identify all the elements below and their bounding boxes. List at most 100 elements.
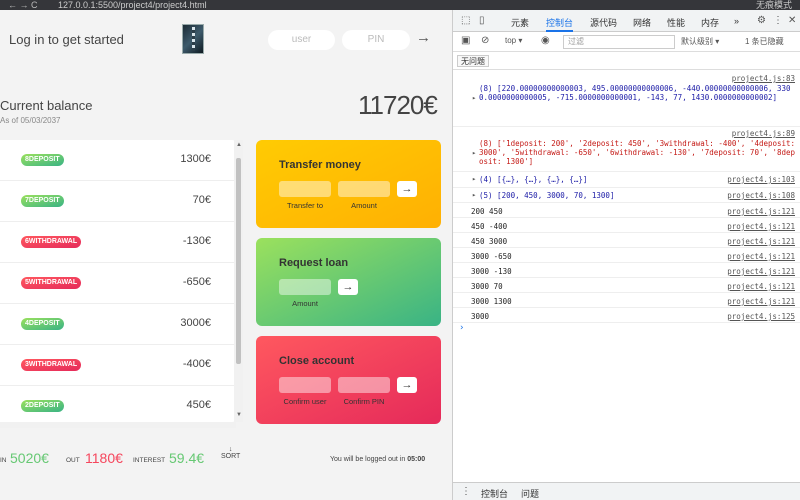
movement-row: 8DEPOSIT 1300€ xyxy=(0,140,234,181)
scroll-up-icon[interactable]: ▲ xyxy=(236,142,242,148)
close-submit-button[interactable]: → xyxy=(397,377,417,393)
transfer-submit-button[interactable]: → xyxy=(397,181,417,197)
console-prompt-icon[interactable]: › xyxy=(459,323,464,333)
log-source-link[interactable]: project4.js:121 xyxy=(727,267,795,276)
sort-label: SORT xyxy=(221,453,241,460)
console-log-entry: 3000 project4.js:125 xyxy=(453,308,800,323)
log-text: (8) ['1deposit: 200', '2deposit: 450', '… xyxy=(479,139,800,166)
movement-type-badge: 2DEPOSIT xyxy=(21,400,64,412)
issues-button[interactable]: 无问题 xyxy=(457,55,489,67)
bank-app: Log in to get started user PIN → Current… xyxy=(0,10,452,500)
sort-arrow-icon: ↓ xyxy=(228,446,233,453)
console-output[interactable]: project4.js:83 ▸ (8) [220.00000000000003… xyxy=(453,72,800,480)
browser-nav-icons[interactable]: ← → C xyxy=(8,0,38,10)
log-source-link[interactable]: project4.js:121 xyxy=(727,237,795,246)
movements-list[interactable]: 8DEPOSIT 1300€ 7DEPOSIT 70€ 6WITHDRAWAL … xyxy=(0,140,236,422)
sidebar-toggle-icon[interactable]: ▣ xyxy=(461,35,470,46)
balance-value: 11720€ xyxy=(358,90,438,120)
drawer-tab-issues[interactable]: 问题 xyxy=(521,487,539,500)
log-source-link[interactable]: project4.js:108 xyxy=(727,191,795,200)
incognito-label: 无痕模式 xyxy=(755,0,792,10)
loan-amount-input[interactable] xyxy=(279,279,331,295)
login-button[interactable]: → xyxy=(416,29,431,46)
more-vertical-icon[interactable]: ⋮ xyxy=(773,15,783,26)
movement-type-badge: 3WITHDRAWAL xyxy=(21,359,82,371)
welcome-message: Log in to get started xyxy=(9,32,124,47)
movement-value: 3000€ xyxy=(180,317,211,329)
logout-timer-text: You will be logged out in xyxy=(330,456,406,463)
clear-console-icon[interactable]: ⊘ xyxy=(481,35,489,46)
movement-value: -400€ xyxy=(182,358,211,370)
log-text: 3000 -650 xyxy=(471,252,512,261)
tab-more[interactable]: » xyxy=(734,16,739,26)
loan-submit-button[interactable]: → xyxy=(338,279,358,295)
console-log-entry: 3000 -650 project4.js:121 xyxy=(453,248,800,263)
log-source-link[interactable]: project4.js:89 xyxy=(732,129,795,138)
address-bar[interactable]: 127.0.0.1:5500/project4/project4.html xyxy=(58,0,207,10)
log-text: 3000 1300 xyxy=(471,297,512,306)
scroll-thumb[interactable] xyxy=(236,158,241,364)
summary-in-label: IN xyxy=(0,457,7,464)
scroll-down-icon[interactable]: ▼ xyxy=(236,412,242,418)
close-pin-label: Confirm PIN xyxy=(343,397,385,406)
movement-row: 5WITHDRAWAL -650€ xyxy=(0,263,234,304)
log-source-link[interactable]: project4.js:121 xyxy=(727,252,795,261)
expand-caret-icon[interactable]: ▸ xyxy=(472,191,476,199)
tab-memory[interactable]: 内存 xyxy=(701,16,719,29)
close-icon[interactable]: ✕ xyxy=(788,15,796,26)
inspect-icon[interactable]: ⬚ xyxy=(461,15,470,26)
sort-button[interactable]: ↓ SORT xyxy=(221,446,240,460)
console-log-entry: 3000 -130 project4.js:121 xyxy=(453,263,800,278)
tab-performance[interactable]: 性能 xyxy=(667,16,685,29)
summary-interest-value: 59.4€ xyxy=(169,450,205,466)
drawer-menu-icon[interactable]: ⋮ xyxy=(461,486,471,497)
app-logo xyxy=(182,24,204,54)
close-pin-input[interactable] xyxy=(338,377,390,393)
log-source-link[interactable]: project4.js:83 xyxy=(732,74,795,83)
device-toggle-icon[interactable]: ▯ xyxy=(479,15,485,26)
log-source-link[interactable]: project4.js:121 xyxy=(727,297,795,306)
context-select[interactable]: top ▾ xyxy=(505,36,522,45)
transfer-to-input[interactable] xyxy=(279,181,331,197)
expand-caret-icon[interactable]: ▸ xyxy=(472,175,476,183)
tab-elements[interactable]: 元素 xyxy=(511,16,529,29)
movement-type-badge: 4DEPOSIT xyxy=(21,318,64,330)
log-source-link[interactable]: project4.js:121 xyxy=(727,282,795,291)
eye-icon[interactable]: ◉ xyxy=(541,35,550,46)
browser-toolbar: ← → C 127.0.0.1:5500/project4/project4.h… xyxy=(0,0,800,10)
movements-hscrollbar[interactable] xyxy=(0,422,236,428)
login-pin-input[interactable]: PIN xyxy=(342,30,410,50)
expand-caret-icon[interactable]: ▸ xyxy=(472,94,476,102)
transfer-to-label: Transfer to xyxy=(287,201,323,210)
app-nav: Log in to get started user PIN → xyxy=(0,10,452,70)
log-level-select[interactable]: 默认级别 ▾ xyxy=(681,36,719,47)
log-text: 450 3000 xyxy=(471,237,508,246)
close-user-input[interactable] xyxy=(279,377,331,393)
hidden-count: 1 条已隐藏 xyxy=(745,37,784,46)
log-source-link[interactable]: project4.js:125 xyxy=(727,312,795,321)
gear-icon[interactable]: ⚙ xyxy=(757,15,766,26)
close-account-card: Close account → Confirm user Confirm PIN xyxy=(256,336,441,424)
movements-scrollbar[interactable]: ▲ ▼ xyxy=(234,140,243,422)
expand-caret-icon[interactable]: ▸ xyxy=(472,149,476,157)
log-text: 3000 70 xyxy=(471,282,503,291)
close-title: Close account xyxy=(279,355,355,367)
loan-card: Request loan → Amount xyxy=(256,238,441,326)
console-log-entry: 3000 1300 project4.js:121 xyxy=(453,293,800,308)
transfer-title: Transfer money xyxy=(279,159,361,171)
log-source-link[interactable]: project4.js:121 xyxy=(727,222,795,231)
logout-timer-value: 05:00 xyxy=(407,456,426,463)
log-text: 200 450 xyxy=(471,207,503,216)
console-filter-input[interactable]: 过滤 xyxy=(563,35,675,49)
movement-value: 1300€ xyxy=(180,153,211,165)
tab-network[interactable]: 网络 xyxy=(633,16,651,29)
transfer-amount-input[interactable] xyxy=(338,181,390,197)
drawer-tab-console[interactable]: 控制台 xyxy=(481,487,508,500)
login-user-input[interactable]: user xyxy=(268,30,335,50)
log-source-link[interactable]: project4.js:121 xyxy=(727,207,795,216)
tab-sources[interactable]: 源代码 xyxy=(590,16,617,29)
tab-console[interactable]: 控制台 xyxy=(546,16,574,32)
log-source-link[interactable]: project4.js:103 xyxy=(727,175,795,184)
devtools-drawer-tabs: ⋮ 控制台 问题 xyxy=(453,482,800,500)
summary-in-value: 5020€ xyxy=(10,450,49,466)
